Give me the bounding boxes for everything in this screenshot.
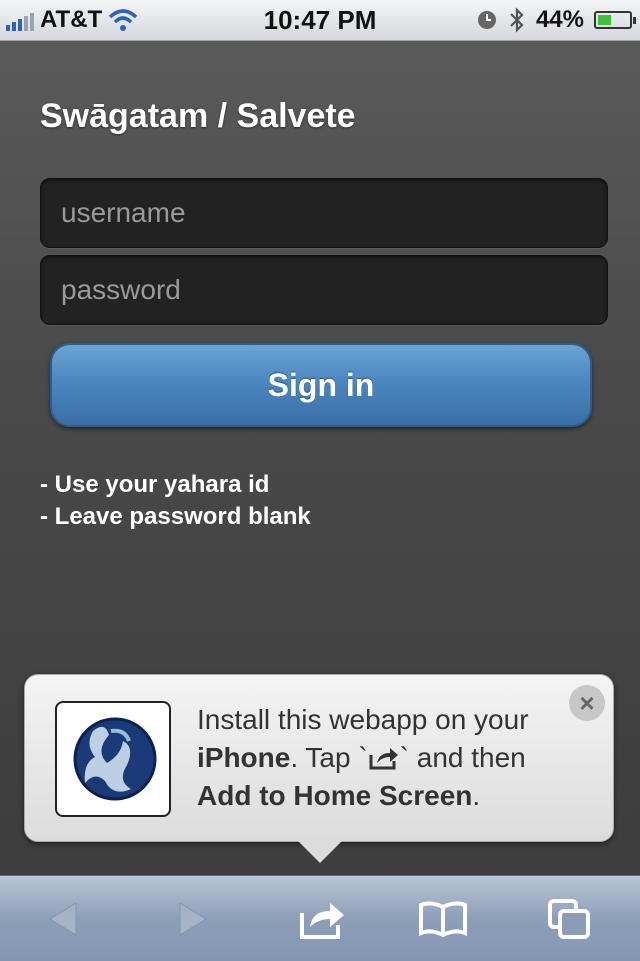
back-icon[interactable] <box>14 876 114 961</box>
login-hints: - Use your yahara id - Leave password bl… <box>40 469 311 533</box>
username-field[interactable] <box>40 178 608 248</box>
browser-toolbar <box>0 875 640 961</box>
app-logo-icon <box>55 701 171 817</box>
page-title: Swāgatam / Salvete <box>40 97 356 135</box>
install-tap: . Tap ` <box>290 742 368 773</box>
install-end: . <box>472 780 481 811</box>
install-popup: × Install this webapp on your iPhone. Ta… <box>24 674 614 842</box>
bluetooth-icon <box>510 7 524 33</box>
signin-button[interactable]: Sign in <box>50 343 592 427</box>
share-icon[interactable] <box>274 876 374 961</box>
share-icon <box>369 748 398 770</box>
status-bar: AT&T 10:47 PM 44% <box>0 0 640 41</box>
install-after-icon: ` and then <box>399 742 526 773</box>
tabs-icon[interactable] <box>520 876 620 961</box>
install-message: Install this webapp on your iPhone. Tap … <box>197 701 577 815</box>
popup-pointer <box>298 841 342 863</box>
forward-icon[interactable] <box>142 876 242 961</box>
install-device: iPhone <box>197 742 291 773</box>
hint-yahara-id: - Use your yahara id <box>40 471 270 498</box>
install-line1: Install this webapp on your <box>197 704 529 735</box>
status-right: 44% <box>476 6 636 34</box>
install-action: Add to Home Screen <box>197 780 473 811</box>
bookmarks-icon[interactable] <box>393 876 493 961</box>
battery-icon <box>594 11 636 29</box>
battery-percent: 44% <box>535 6 584 33</box>
password-field[interactable] <box>40 255 608 325</box>
clock-icon <box>477 11 496 29</box>
hint-blank-password: - Leave password blank <box>40 503 311 530</box>
